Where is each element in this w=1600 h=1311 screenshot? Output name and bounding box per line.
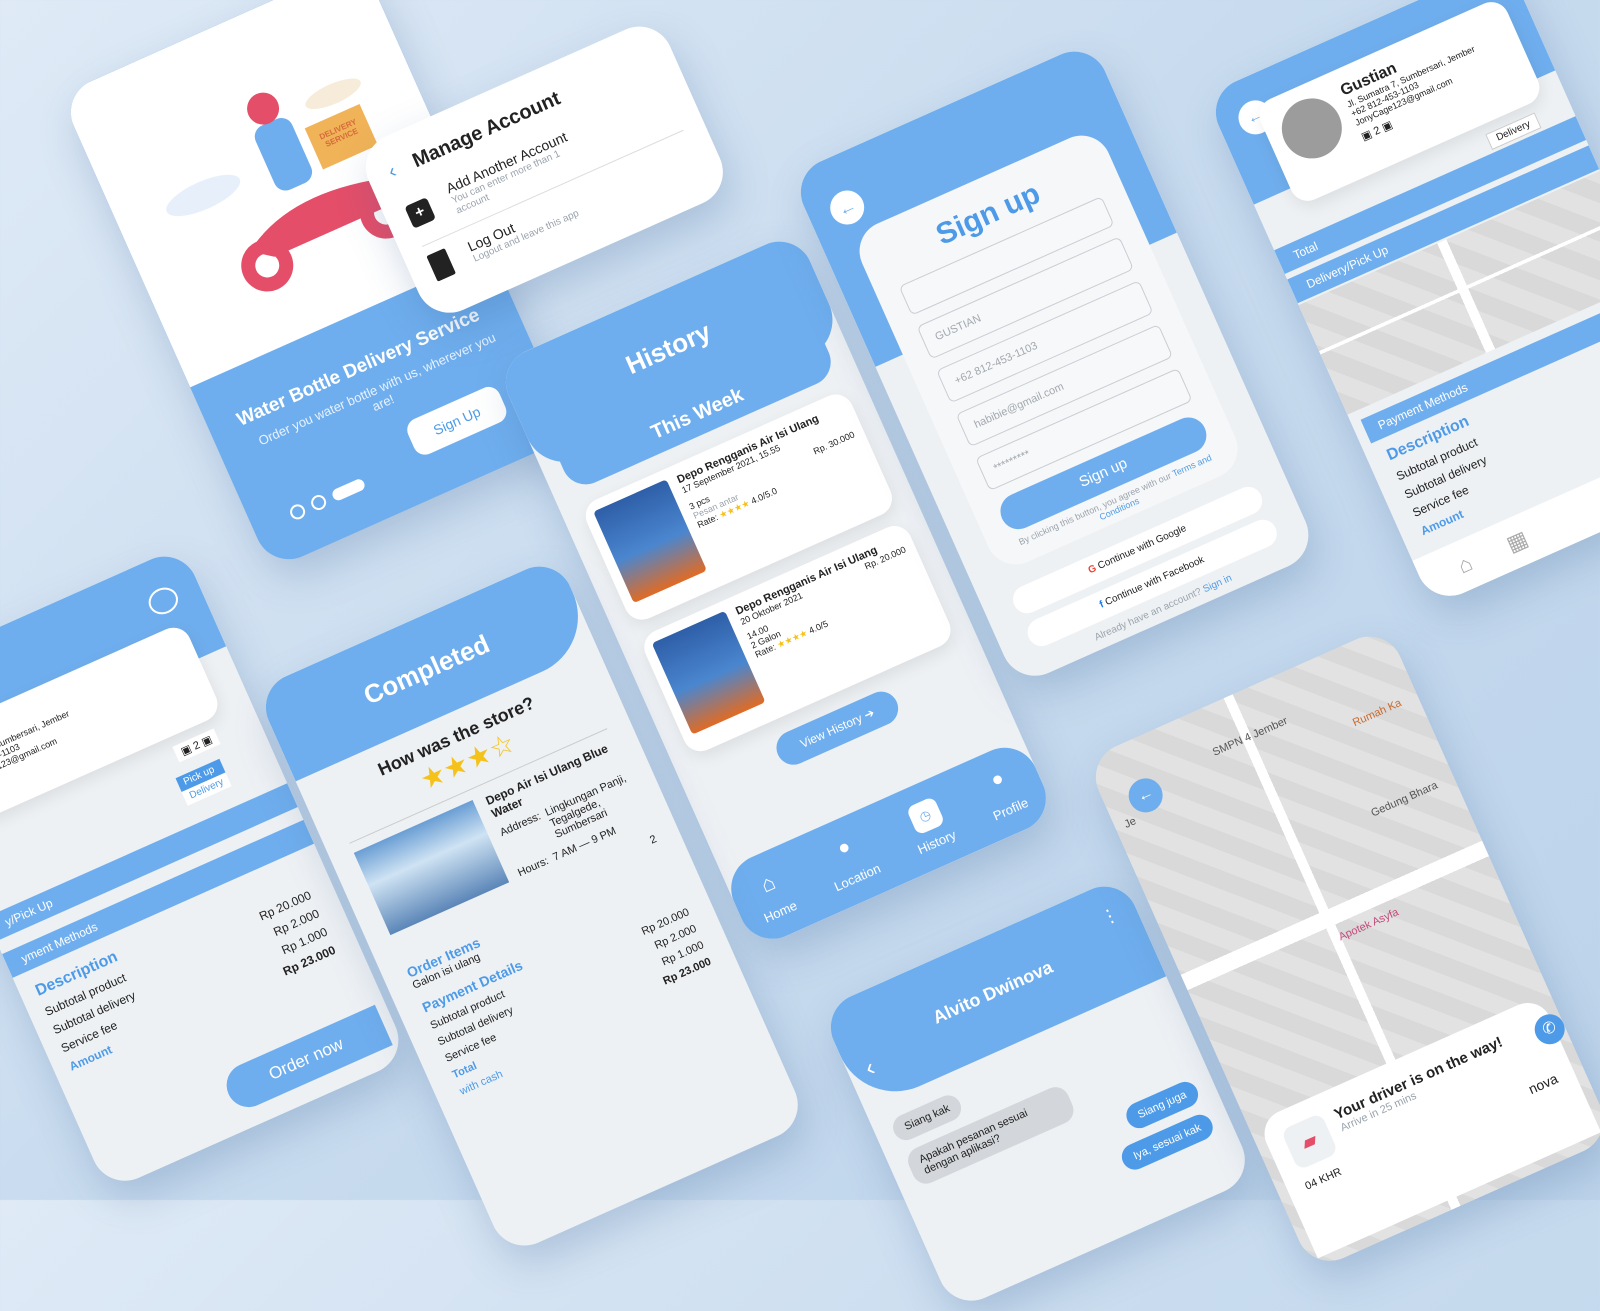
home-icon[interactable]: ⌂ (1454, 550, 1477, 579)
pickup-dropdown[interactable]: Pick up Delivery (175, 758, 232, 806)
profile-icon: ● (987, 766, 1008, 792)
chat-icon[interactable] (144, 582, 183, 619)
back-arrow-icon[interactable]: ‹ (385, 160, 400, 184)
plus-icon: + (404, 197, 437, 229)
bottom-nav: ⌂ Home ● Location ◷ History ● Profile (720, 736, 1057, 950)
driver-eta: Arrive in 25 mins (1338, 1089, 1419, 1135)
calendar-icon[interactable]: ▦ (1503, 525, 1533, 557)
map-label: Rumah Ka (1350, 697, 1404, 730)
home-icon: ⌂ (756, 868, 779, 898)
order-now-button[interactable]: Order now (219, 1004, 393, 1115)
location-pin-icon: ● (833, 834, 854, 860)
nav-history[interactable]: ◷ History (900, 794, 958, 857)
avatar (1272, 88, 1352, 169)
price-label: 04 KHR (1303, 1165, 1344, 1193)
nav-home[interactable]: ⌂ Home (747, 864, 799, 925)
back-arrow-icon[interactable]: ‹ (861, 1054, 880, 1083)
back-button[interactable]: ← (824, 185, 870, 230)
map-label: Je (1122, 815, 1139, 831)
door-icon (426, 248, 457, 282)
map-label: SMPN 4 Jember (1210, 714, 1290, 759)
nav-location[interactable]: ● Location (817, 827, 883, 894)
mockup-stage: DELIVERY SERVICE Water Bottle Delivery S… (0, 0, 1600, 1311)
driver-card: ▰ Your driver is on the way! Arrive in 2… (1256, 995, 1600, 1259)
quantity-stepper[interactable]: ▣ 2 ▣ (172, 728, 221, 763)
driver-name: nova (1525, 1070, 1561, 1098)
delivery-truck-icon: ▰ (1280, 1112, 1339, 1171)
map-label: Apotek Asyfa (1336, 906, 1401, 944)
address-label: Address: (498, 810, 543, 839)
nav-profile[interactable]: ● Profile (976, 761, 1030, 824)
map-label: Gedung Bhara (1369, 779, 1440, 820)
hours-label: Hours: (516, 855, 551, 880)
signin-link[interactable]: Sign in (1201, 573, 1233, 595)
history-icon: ◷ (905, 795, 945, 836)
item-count: 2 (648, 833, 659, 847)
back-button[interactable]: ← (1123, 772, 1169, 818)
